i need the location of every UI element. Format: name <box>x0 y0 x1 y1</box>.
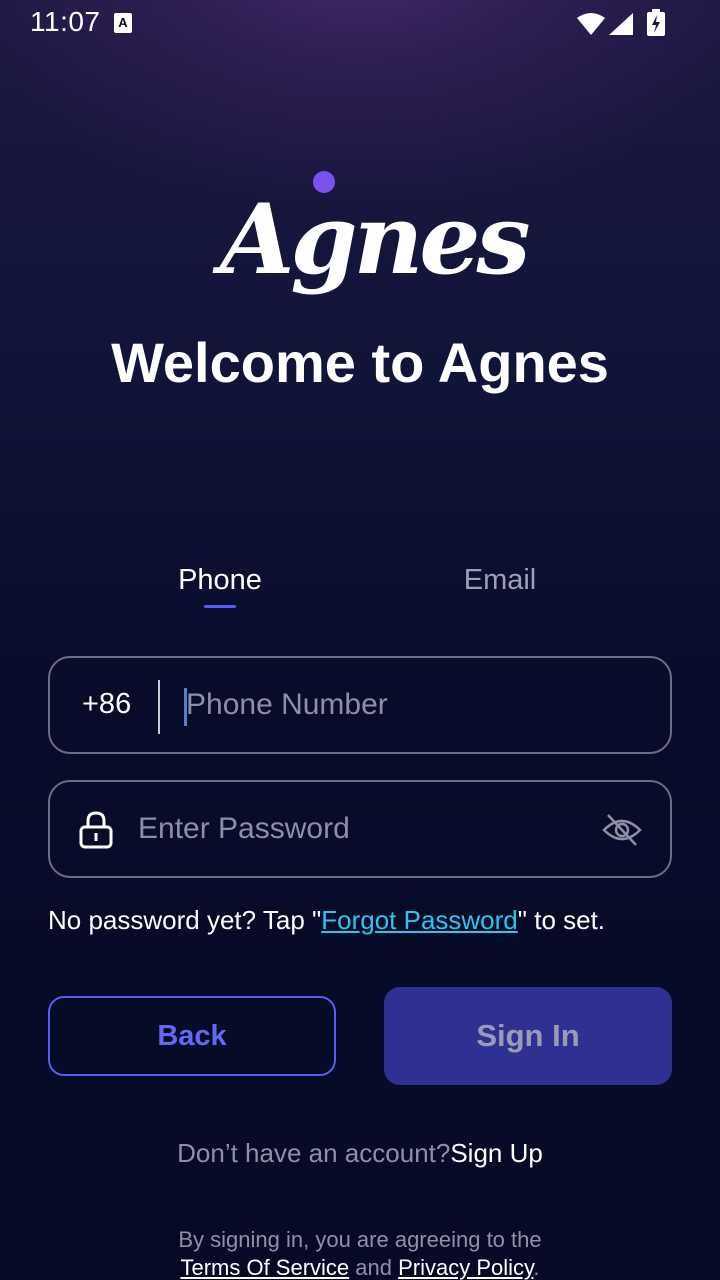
sign-up-link[interactable]: Sign Up <box>450 1138 543 1168</box>
wifi-icon <box>577 13 605 35</box>
status-bar: 11:07 A <box>0 0 720 48</box>
terms-of-service-link[interactable]: Terms Of Service <box>180 1255 349 1280</box>
legal-line-2: Terms Of Service and Privacy Policy. <box>0 1254 720 1280</box>
logo-text: Agnes <box>220 183 531 296</box>
battery-charging-icon <box>647 9 665 36</box>
eye-off-icon[interactable] <box>602 812 642 848</box>
app-logo: Agnes <box>220 165 531 320</box>
svg-text:A: A <box>118 15 128 30</box>
sign-in-button[interactable]: Sign In <box>384 987 672 1085</box>
field-divider <box>158 680 160 734</box>
back-button[interactable]: Back <box>48 996 336 1076</box>
active-tab-indicator <box>204 605 236 608</box>
signup-prompt: Don’t have an account?Sign Up <box>0 1138 720 1169</box>
hint-prefix: No password yet? Tap " <box>48 905 322 935</box>
phone-number-field[interactable]: +86 Phone Number <box>48 656 672 754</box>
forgot-password-link[interactable]: Forgot Password <box>321 905 518 935</box>
legal-notice: By signing in, you are agreeing to the T… <box>0 1226 720 1280</box>
legal-line-1: By signing in, you are agreeing to the <box>178 1227 542 1252</box>
signal-icon <box>609 13 633 35</box>
password-field[interactable]: Enter Password <box>48 780 672 878</box>
welcome-title: Welcome to Agnes <box>111 331 609 394</box>
keyboard-a-icon: A <box>114 13 132 33</box>
tab-email[interactable]: Email <box>400 564 600 597</box>
lock-icon <box>79 811 113 849</box>
hint-suffix: " to set. <box>517 905 606 935</box>
password-hint: No password yet? Tap "Forgot Password" t… <box>48 905 605 936</box>
password-placeholder: Enter Password <box>138 812 350 845</box>
legal-period: . <box>533 1255 540 1280</box>
country-code-selector[interactable]: +86 <box>82 688 131 721</box>
signup-question: Don’t have an account? <box>177 1138 451 1168</box>
legal-and: and <box>355 1255 392 1280</box>
privacy-policy-link[interactable]: Privacy Policy <box>398 1255 533 1280</box>
phone-number-placeholder: Phone Number <box>186 688 388 721</box>
tab-phone[interactable]: Phone <box>120 564 320 597</box>
status-time: 11:07 <box>30 6 101 37</box>
